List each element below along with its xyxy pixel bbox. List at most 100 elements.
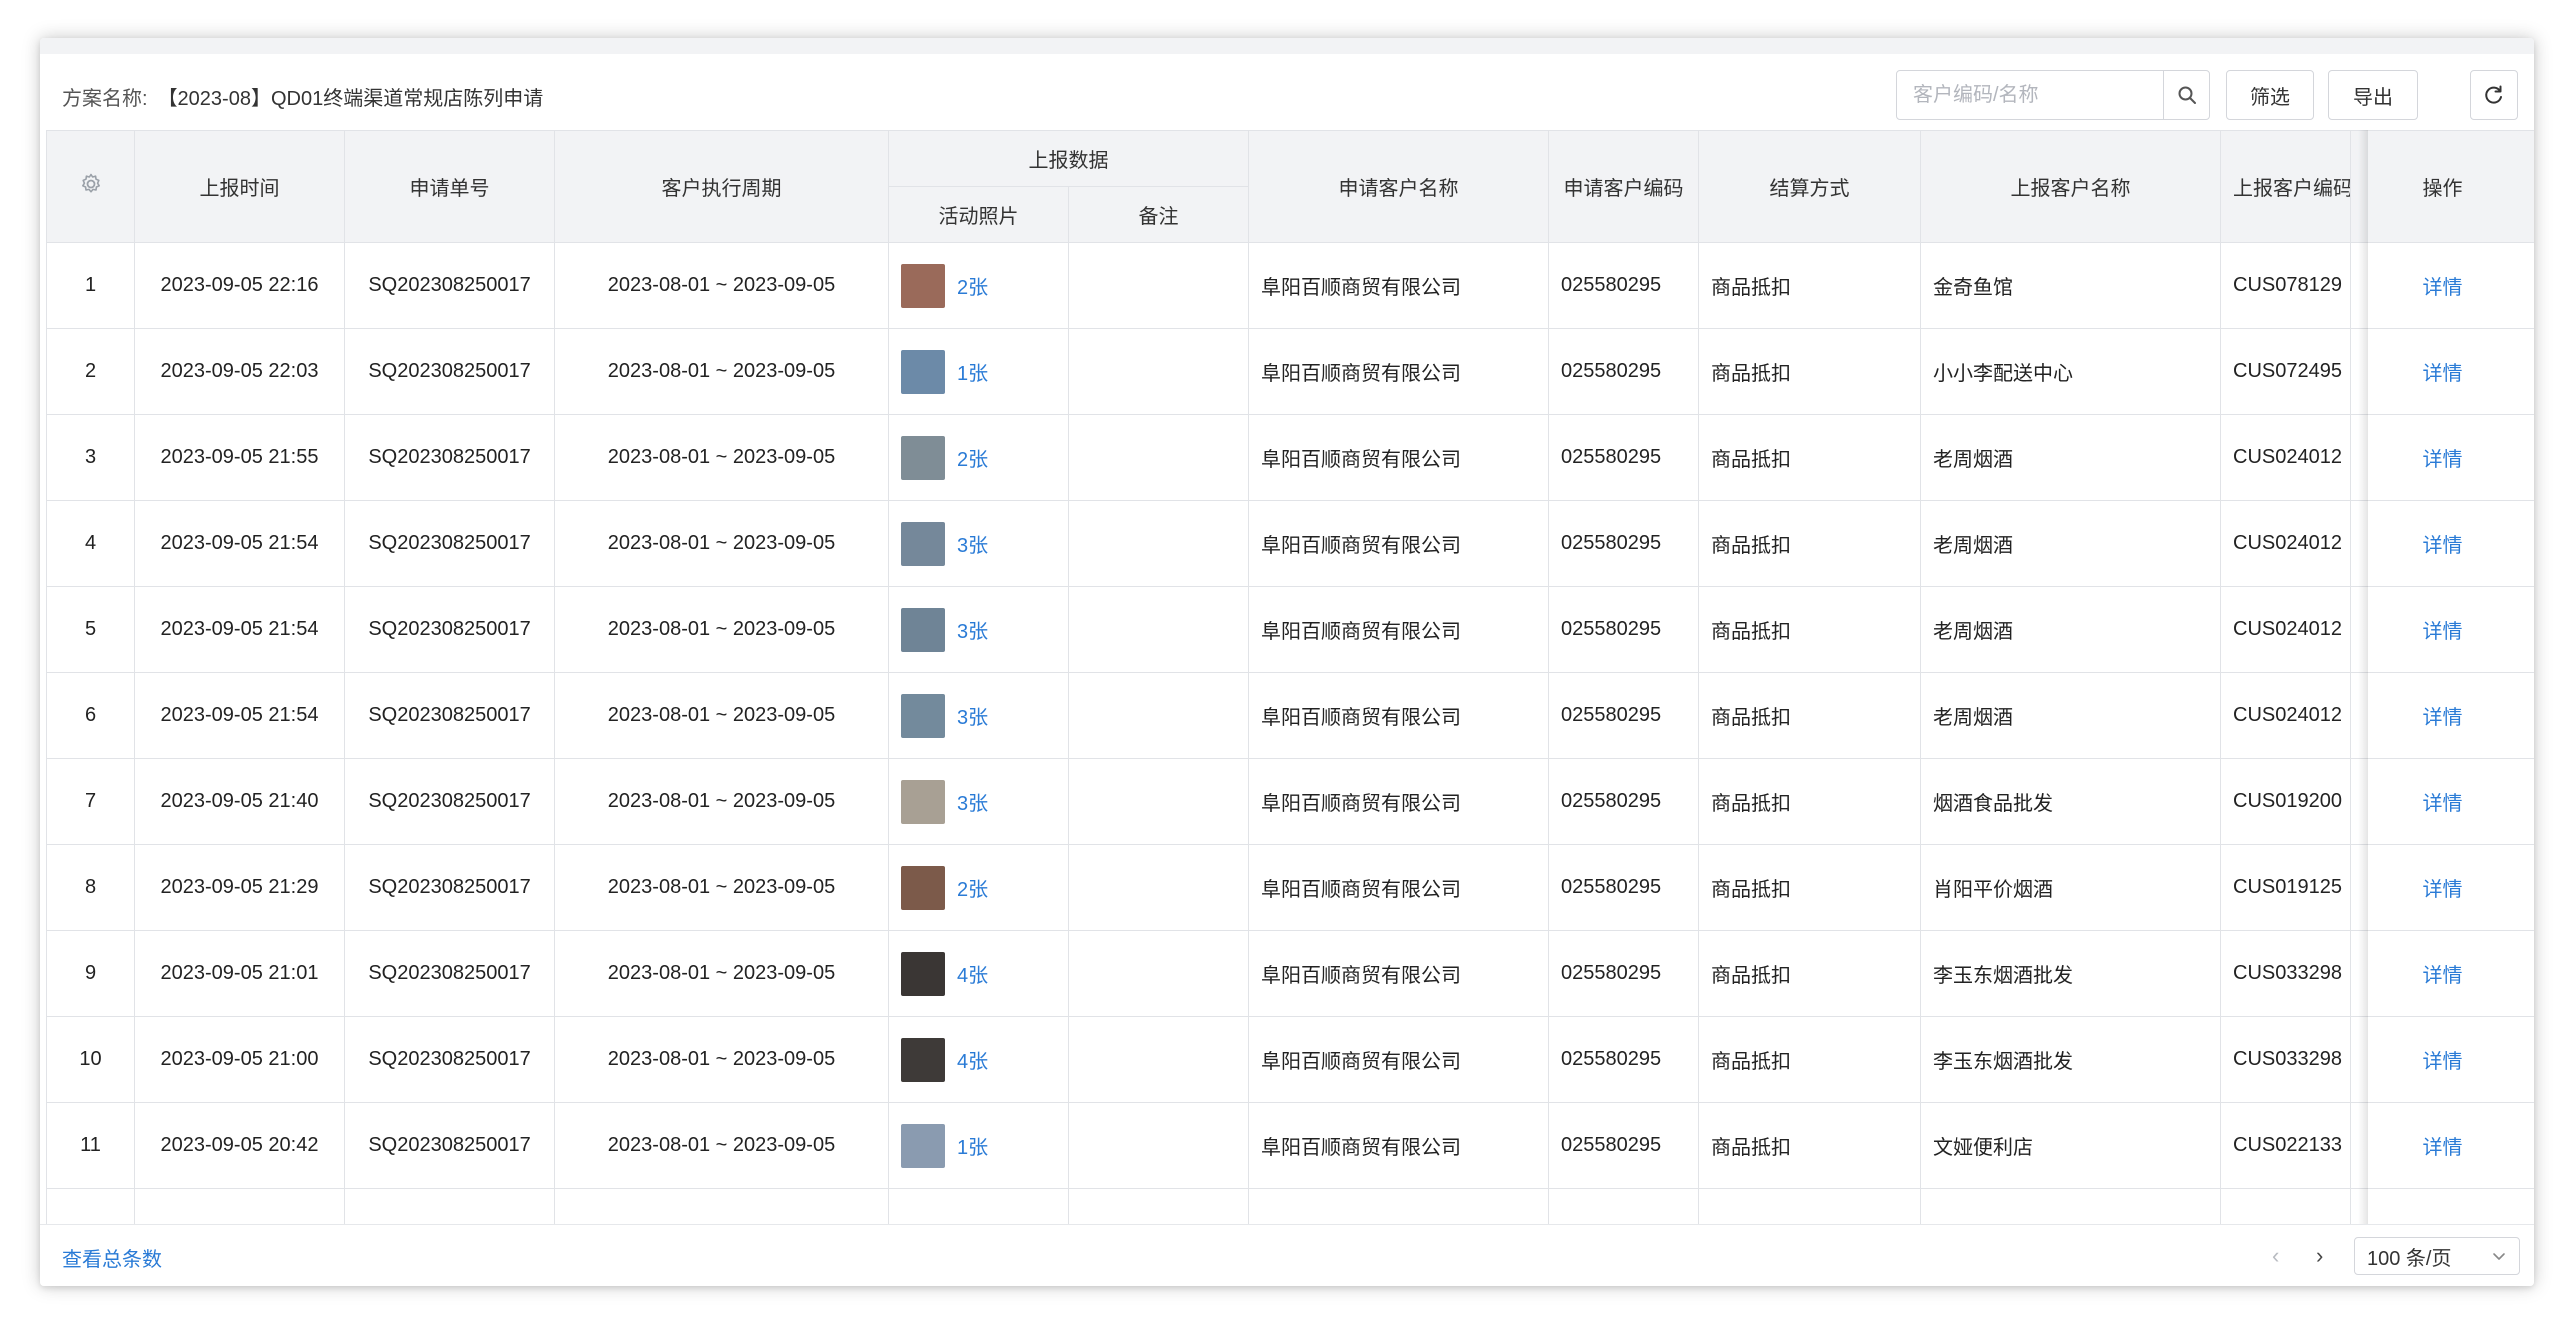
period-cell: 2023-08-01 ~ 2023-09-05 [554, 500, 889, 587]
search-input[interactable] [1897, 71, 2163, 119]
export-button[interactable]: 导出 [2328, 70, 2418, 120]
detail-link[interactable]: 详情 [2423, 1051, 2463, 1073]
photo-count-link[interactable]: 1张 [957, 357, 988, 386]
top-strip [40, 38, 2534, 54]
detail-link[interactable]: 详情 [2423, 449, 2463, 471]
report-code-cell: CUS024012 [2220, 672, 2351, 759]
action-cell: 详情 [2350, 414, 2534, 501]
photo-thumbnail[interactable] [901, 865, 945, 910]
action-cell: 详情 [2350, 758, 2534, 845]
row-index: 7 [46, 758, 135, 845]
report-name-cell: 文娅便利店 [1920, 1102, 2221, 1189]
settlement-cell: 商品抵扣 [1698, 758, 1921, 845]
photo-thumbnail[interactable] [901, 1123, 945, 1168]
prev-page-icon[interactable]: ‹ [2272, 1243, 2279, 1269]
report-name-cell: 李玉东烟酒批发 [1920, 1016, 2221, 1103]
apply-name-cell: 阜阳百顺商贸有限公司 [1248, 672, 1549, 759]
detail-link[interactable]: 详情 [2423, 707, 2463, 729]
filter-button[interactable]: 筛选 [2226, 70, 2314, 120]
order-no-cell: SQ202308250017 [344, 672, 555, 759]
photos-cell: 3张 [888, 500, 1069, 587]
photo-count-link[interactable]: 3张 [957, 701, 988, 730]
apply-code-cell: 025580295 [1548, 930, 1699, 1017]
photo-count-link[interactable]: 2张 [957, 873, 988, 902]
photos-cell: 3张 [888, 586, 1069, 673]
photo-count-link[interactable]: 3张 [957, 615, 988, 644]
photo-thumbnail[interactable] [901, 607, 945, 652]
apply-code-cell: 025580295 [1548, 1102, 1699, 1189]
row-index: 8 [46, 844, 135, 931]
report-time-cell: 2023-09-05 21:54 [134, 672, 345, 759]
report-name-cell: 李玉东烟酒批发 [1920, 930, 2221, 1017]
remark-cell [1068, 1102, 1249, 1189]
search-button[interactable] [2163, 71, 2209, 119]
page-size-select[interactable]: 100 条/页 [2354, 1237, 2520, 1275]
photo-thumbnail[interactable] [901, 779, 945, 824]
row-index: 5 [46, 586, 135, 673]
report-name-cell: 老周烟酒 [1920, 500, 2221, 587]
photo-count-link[interactable]: 1张 [957, 1131, 988, 1160]
photo-count-link[interactable]: 4张 [957, 959, 988, 988]
photo-count-link[interactable]: 2张 [957, 443, 988, 472]
action-cell: 详情 [2350, 500, 2534, 587]
photos-cell: 3张 [888, 758, 1069, 845]
header-photos: 活动照片 [888, 186, 1069, 243]
next-page-icon[interactable]: › [2316, 1243, 2323, 1269]
apply-code-cell: 025580295 [1548, 672, 1699, 759]
photos-cell: 2张 [888, 242, 1069, 329]
table-row [46, 1188, 2534, 1224]
photos-cell: 2张 [888, 844, 1069, 931]
detail-link[interactable]: 详情 [2423, 965, 2463, 987]
photo-thumbnail[interactable] [901, 435, 945, 480]
photo-thumbnail[interactable] [901, 693, 945, 738]
detail-link[interactable]: 详情 [2423, 793, 2463, 815]
photo-thumbnail[interactable] [901, 521, 945, 566]
remark-cell [1068, 586, 1249, 673]
report-time-cell: 2023-09-05 22:16 [134, 242, 345, 329]
photo-count-link[interactable]: 3张 [957, 787, 988, 816]
photo-thumbnail[interactable] [901, 263, 945, 308]
detail-link[interactable]: 详情 [2423, 277, 2463, 299]
report-time-cell: 2023-09-05 21:54 [134, 586, 345, 673]
period-cell: 2023-08-01 ~ 2023-09-05 [554, 672, 889, 759]
detail-link[interactable]: 详情 [2423, 1137, 2463, 1159]
refresh-button[interactable] [2470, 70, 2518, 120]
photo-thumbnail[interactable] [901, 1037, 945, 1082]
report-name-cell: 烟酒食品批发 [1920, 758, 2221, 845]
photos-cell: 4张 [888, 1016, 1069, 1103]
report-code-cell: CUS072495 [2220, 328, 2351, 415]
search-icon [2178, 86, 2196, 104]
photo-thumbnail[interactable] [901, 951, 945, 996]
photo-count-link[interactable]: 3张 [957, 529, 988, 558]
report-code-cell: CUS024012 [2220, 414, 2351, 501]
view-total-link[interactable]: 查看总条数 [62, 1243, 162, 1272]
detail-link[interactable]: 详情 [2423, 879, 2463, 901]
table-row: 1 2023-09-05 22:16 SQ202308250017 2023-08-0… [46, 242, 2534, 329]
action-cell: 详情 [2350, 930, 2534, 1017]
detail-link[interactable]: 详情 [2423, 535, 2463, 557]
photo-count-link[interactable]: 4张 [957, 1045, 988, 1074]
column-settings[interactable] [46, 130, 135, 243]
action-cell: 详情 [2350, 242, 2534, 329]
photo-thumbnail[interactable] [901, 349, 945, 394]
report-code-cell: CUS033298 [2220, 930, 2351, 1017]
row-index: 2 [46, 328, 135, 415]
header-settlement: 结算方式 [1698, 130, 1921, 243]
table-body: 1 2023-09-05 22:16 SQ202308250017 2023-08-0… [46, 242, 2534, 1224]
order-no-cell: SQ202308250017 [344, 758, 555, 845]
order-no-cell: SQ202308250017 [344, 500, 555, 587]
settlement-cell: 商品抵扣 [1698, 414, 1921, 501]
app-window: 方案名称: 【2023-08】QD01终端渠道常规店陈列申请 筛选 导出 [40, 38, 2534, 1286]
period-cell: 2023-08-01 ~ 2023-09-05 [554, 1102, 889, 1189]
detail-link[interactable]: 详情 [2423, 621, 2463, 643]
report-time-cell: 2023-09-05 21:55 [134, 414, 345, 501]
order-no-cell: SQ202308250017 [344, 328, 555, 415]
report-code-cell: CUS033298 [2220, 1016, 2351, 1103]
period-cell: 2023-08-01 ~ 2023-09-05 [554, 414, 889, 501]
action-cell: 详情 [2350, 586, 2534, 673]
detail-link[interactable]: 详情 [2423, 363, 2463, 385]
row-index: 6 [46, 672, 135, 759]
photo-count-link[interactable]: 2张 [957, 271, 988, 300]
apply-name-cell: 阜阳百顺商贸有限公司 [1248, 930, 1549, 1017]
apply-name-cell: 阜阳百顺商贸有限公司 [1248, 1102, 1549, 1189]
